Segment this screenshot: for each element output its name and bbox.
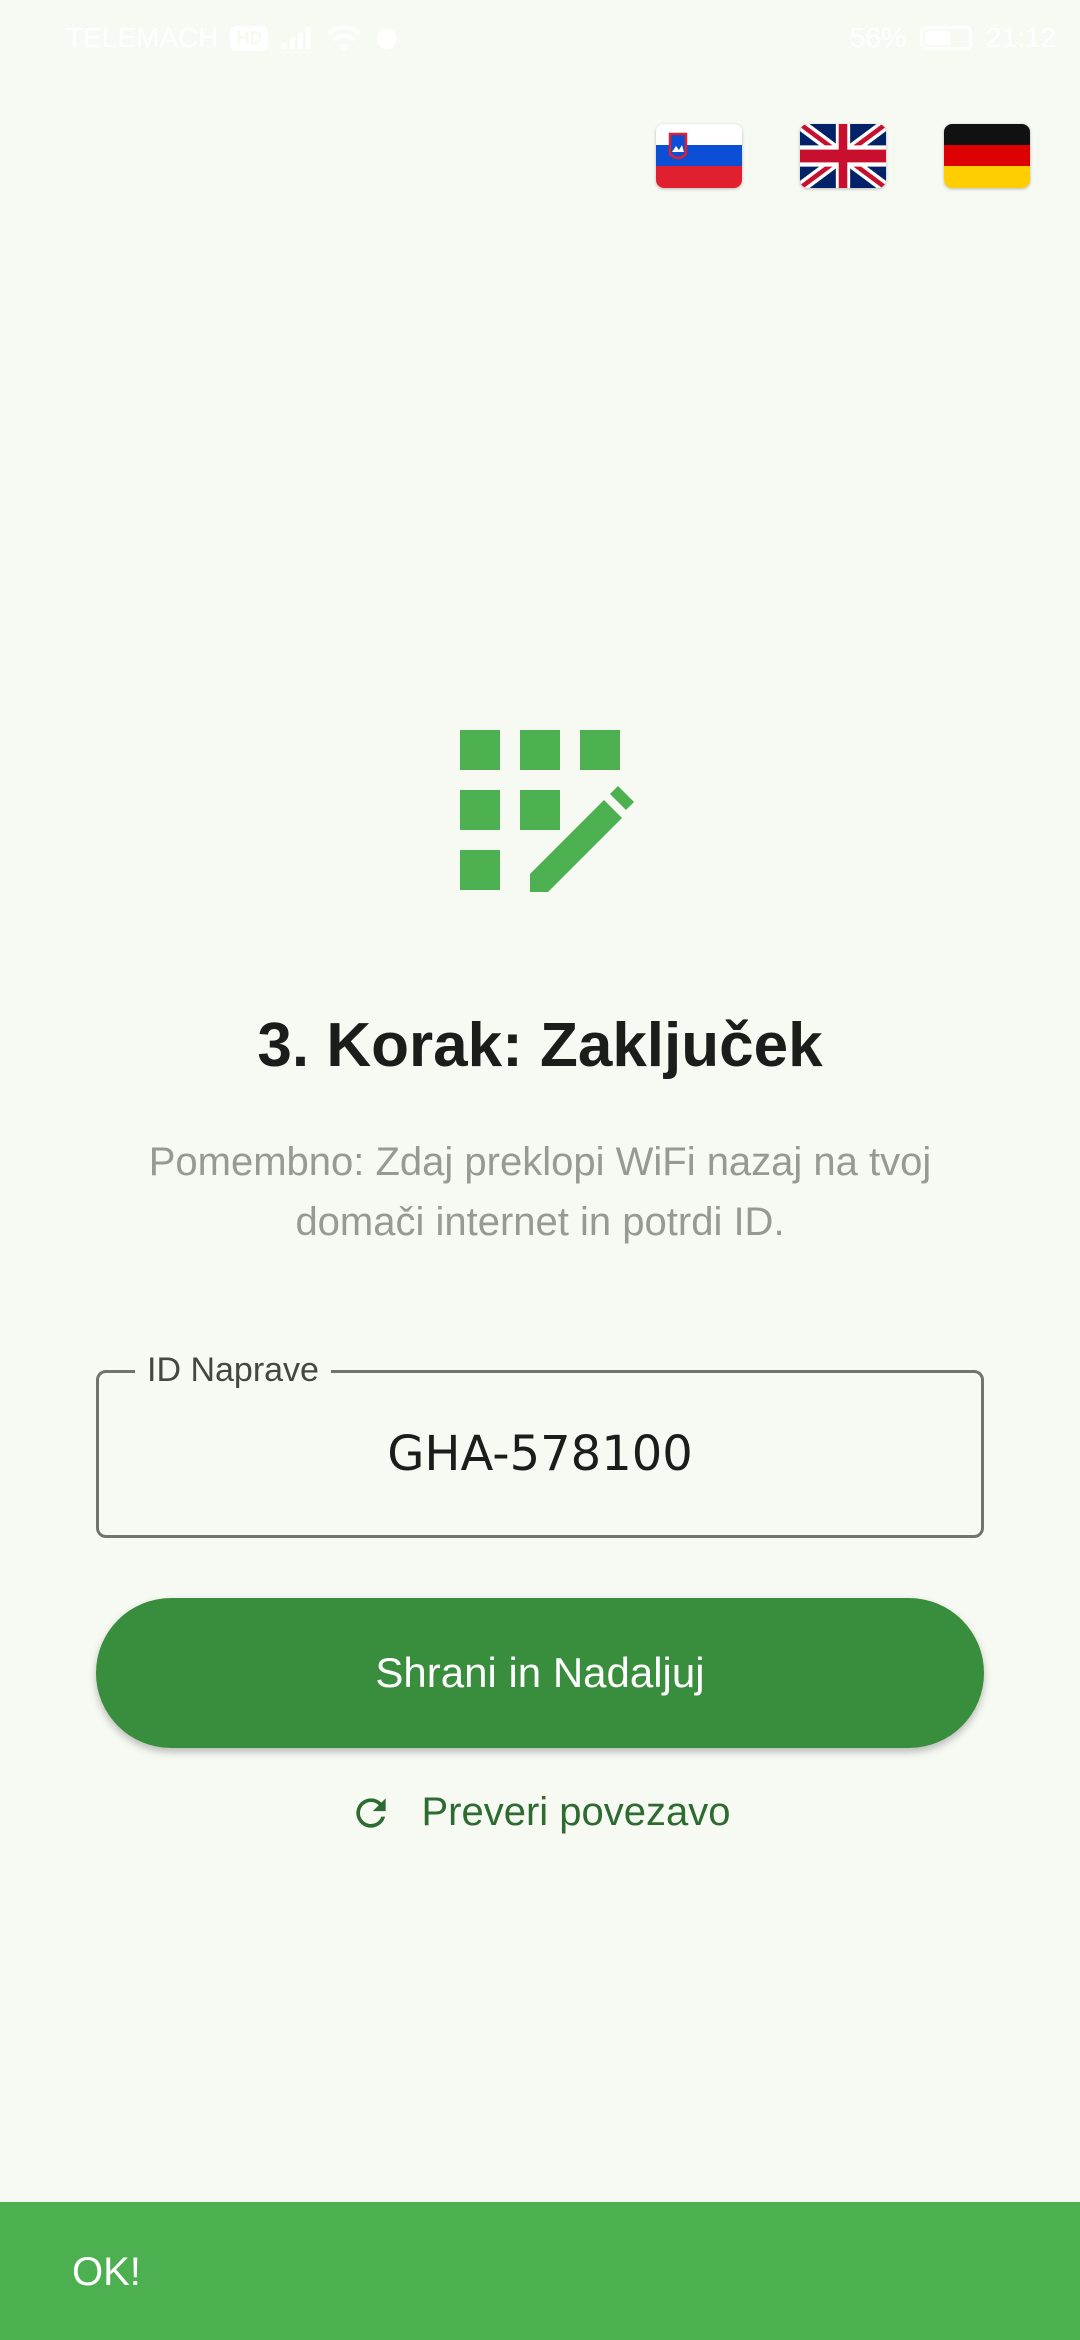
grid-edit-icon [460, 730, 634, 892]
check-connection-button[interactable]: Preveri povezavo [0, 1790, 1080, 1835]
language-selector [656, 124, 1030, 188]
wifi-icon [327, 25, 362, 51]
uk-flag-icon[interactable] [800, 124, 886, 188]
page-subtitle: Pomembno: Zdaj preklopi WiFi nazaj na tv… [148, 1140, 932, 1244]
germany-flag-icon[interactable] [944, 124, 1030, 188]
notification-icon [377, 29, 398, 49]
page-title: 3. Korak: Zaključek [257, 1011, 823, 1080]
battery-icon [919, 26, 972, 50]
save-and-continue-button[interactable]: Shrani in Nadaljuj [96, 1598, 984, 1748]
status-bar: TELEMACH HD 56% 21:12 [0, 0, 1080, 80]
device-id-input[interactable] [99, 1373, 981, 1535]
snackbar-message: OK! [72, 2250, 141, 2294]
refresh-icon [356, 1797, 387, 1828]
carrier-badge: HD [230, 25, 269, 51]
slovenia-flag-icon[interactable] [656, 124, 742, 188]
save-and-continue-label: Shrani in Nadaljuj [375, 1649, 705, 1696]
snackbar: OK! [0, 2202, 1080, 2340]
check-connection-label: Preveri povezavo [421, 1790, 731, 1834]
carrier-name: TELEMACH [66, 22, 219, 53]
signal-icon [282, 27, 312, 49]
status-right: 56% 21:12 [850, 22, 1056, 54]
status-left: TELEMACH HD [66, 22, 400, 54]
device-id-field: ID Naprave [96, 1351, 984, 1538]
battery-percent: 56% [849, 22, 906, 53]
clock: 21:12 [985, 22, 1056, 53]
